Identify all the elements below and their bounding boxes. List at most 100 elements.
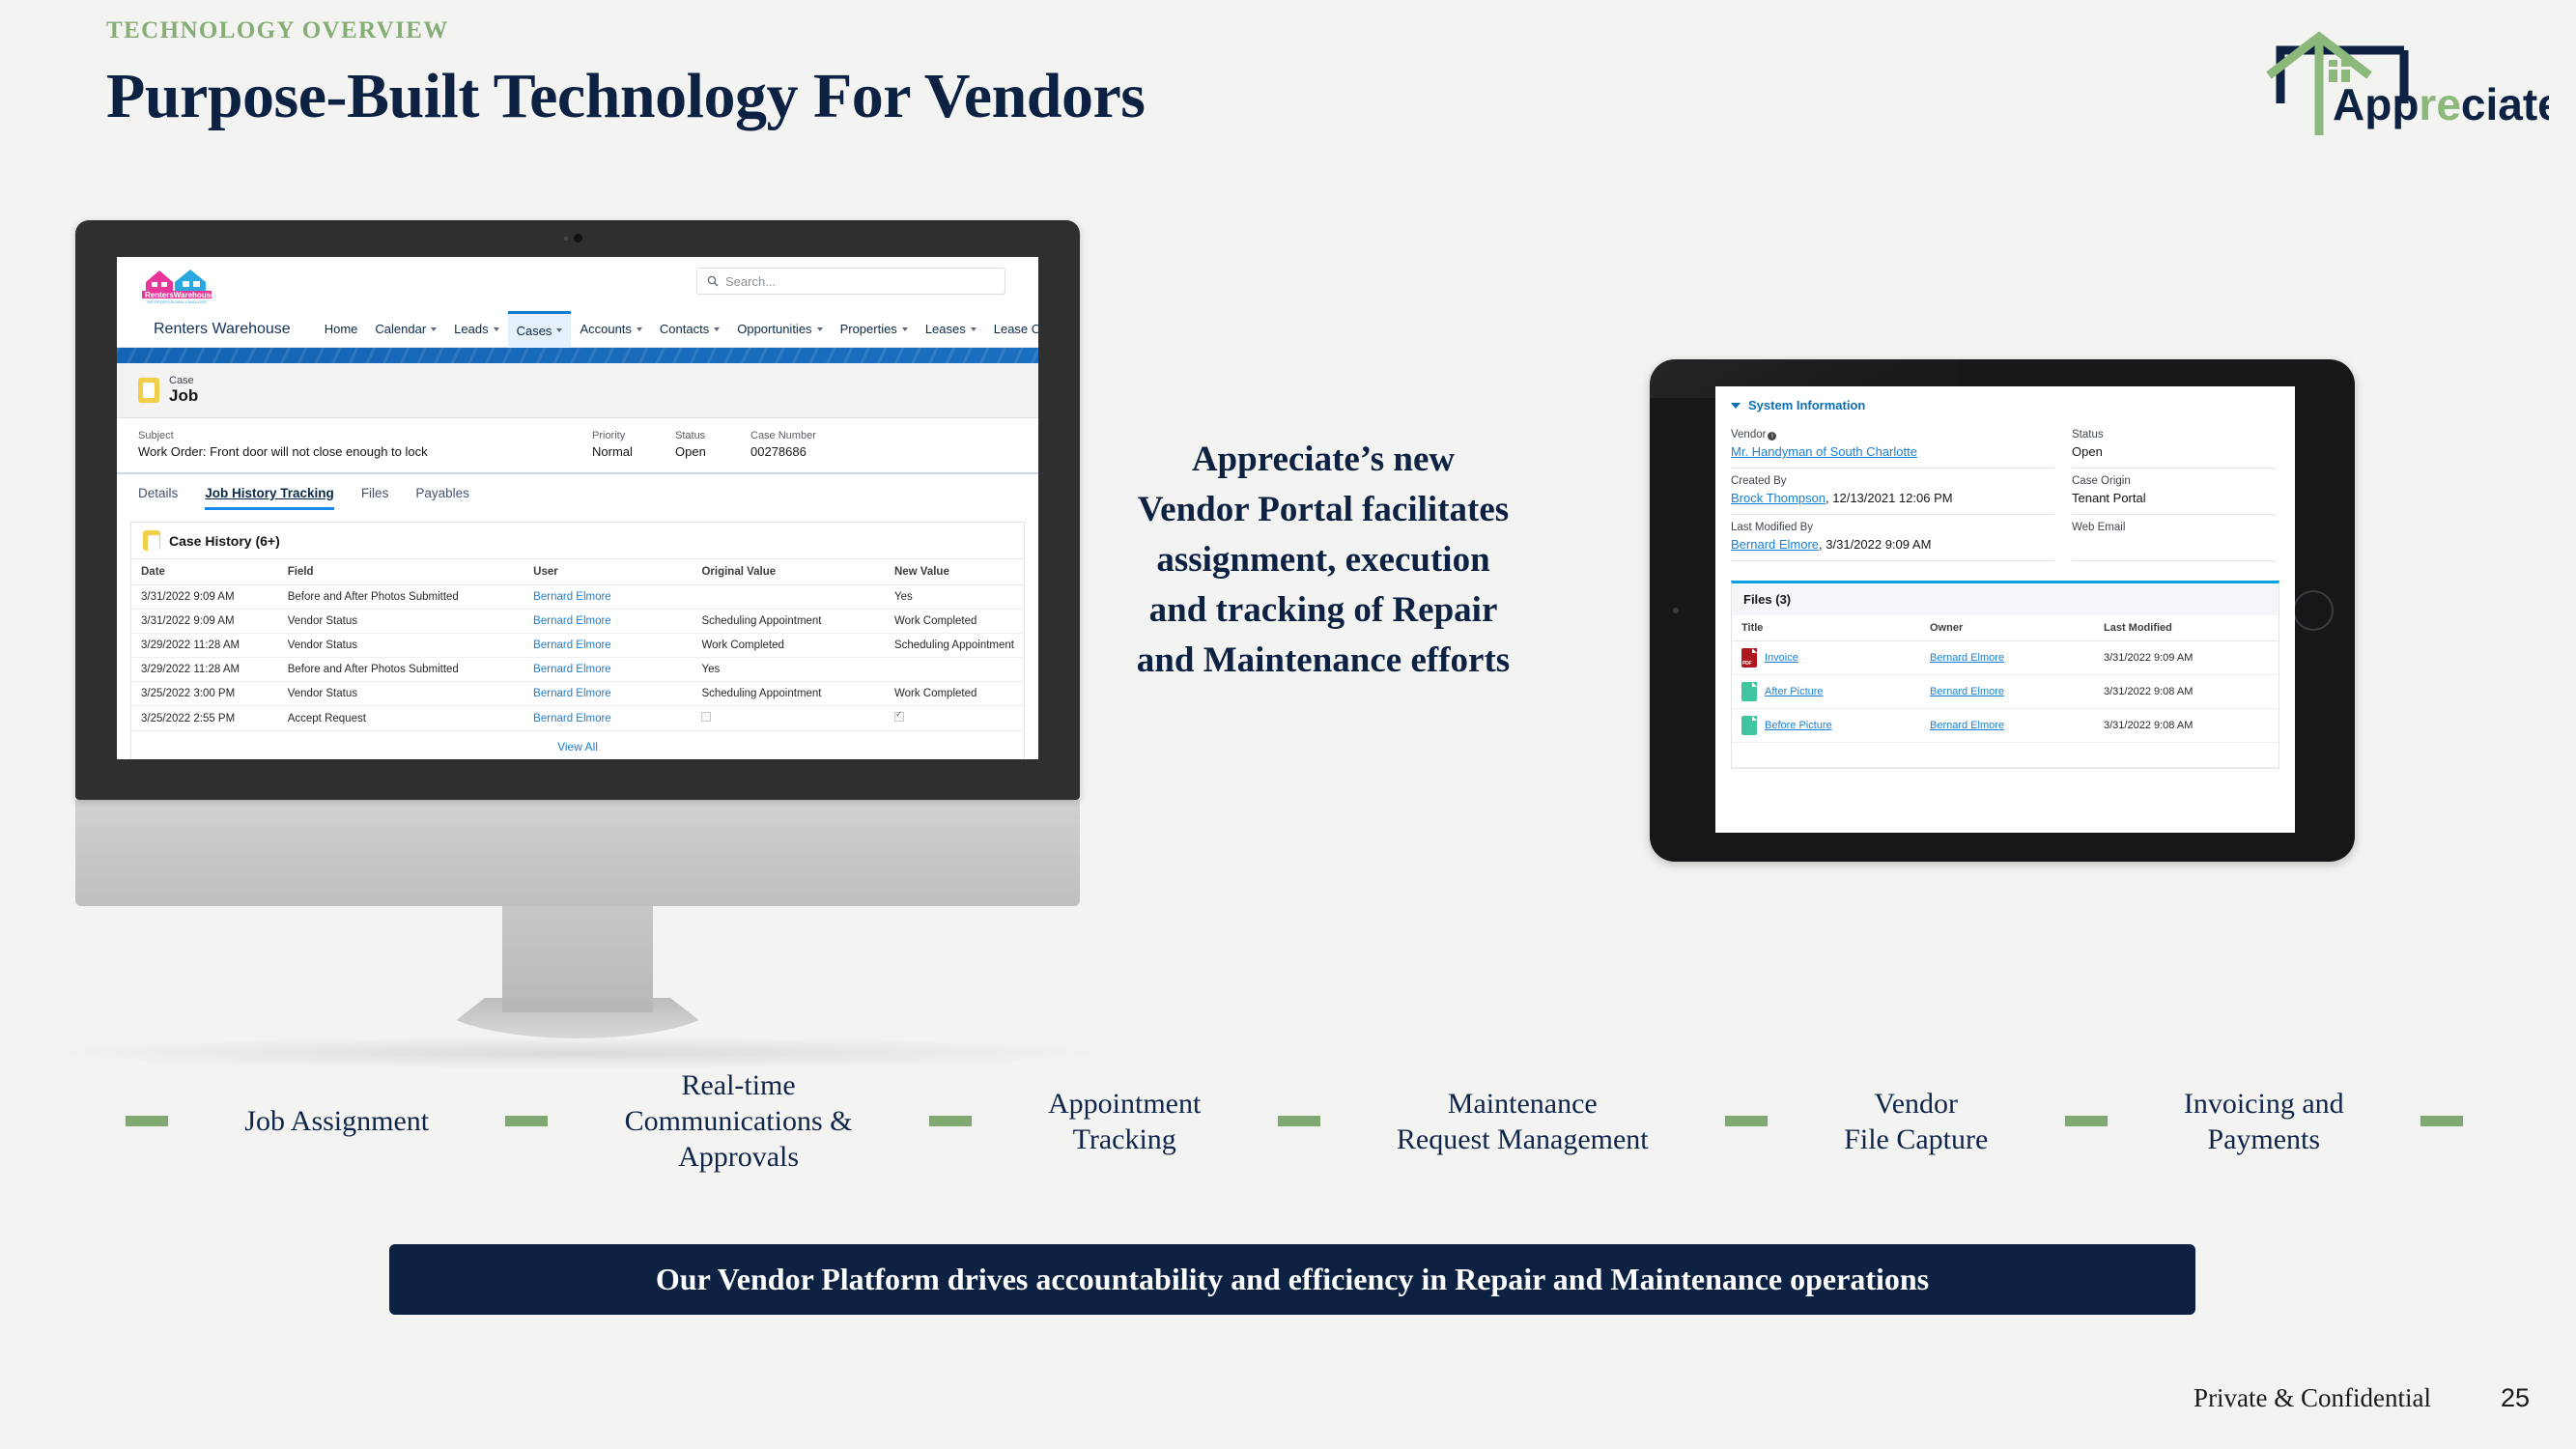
divider-dash — [2420, 1116, 2463, 1126]
field-label: Status — [2072, 429, 2104, 440]
checkbox-on-icon — [893, 709, 904, 722]
app-launcher-icon[interactable] — [134, 321, 138, 337]
nav-item-cases[interactable]: Cases — [507, 310, 572, 348]
owner-link[interactable]: Bernard Elmore — [1930, 652, 2004, 664]
nav-label: Accounts — [580, 322, 632, 336]
webcam-led-icon — [564, 237, 568, 241]
nav-item-calendar[interactable]: Calendar — [366, 311, 445, 348]
center-description: Appreciate’s new Vendor Portal facilitat… — [1136, 440, 1511, 680]
cell-date: 3/29/2022 11:28 AM — [131, 657, 278, 682]
nav-item-leads[interactable]: Leads — [445, 311, 507, 348]
system-information-section: System Information Vendor i Mr. Handyman … — [1715, 386, 2295, 567]
owner-link[interactable]: Bernard Elmore — [1930, 720, 2004, 731]
col-last-modified[interactable]: Last Modified — [2094, 615, 2279, 641]
nav-item-lease-contacts[interactable]: Lease Contacts — [985, 311, 1038, 348]
table-row: 3/25/2022 3:00 PM Vendor Status Bernard … — [131, 681, 1024, 706]
col-title[interactable]: Title — [1732, 615, 1920, 641]
monitor-bezel: RentersWarehouse THE PROFESSIONAL LANDLO… — [75, 220, 1080, 800]
cell-field: Vendor Status — [277, 633, 524, 658]
col-original-value[interactable]: Original Value — [692, 559, 885, 585]
col-date[interactable]: Date — [131, 559, 278, 585]
field-value: Open — [2072, 444, 2103, 459]
table-row: 3/25/2022 2:55 PM Accept Request Bernard… — [131, 705, 1024, 731]
created-by-link[interactable]: Brock Thompson — [1731, 491, 1826, 505]
cell-field: Vendor Status — [277, 609, 524, 634]
cell-new-value: Yes — [884, 584, 1024, 610]
last-modified-timestamp: , 3/31/2022 9:09 AM — [1819, 537, 1932, 552]
image-file-icon — [1741, 716, 1757, 735]
col-new-value[interactable]: New Value — [884, 559, 1024, 585]
cell-date: 3/31/2022 9:09 AM — [131, 609, 278, 634]
search-icon — [707, 275, 719, 287]
webcam-icon — [574, 234, 582, 242]
field-case-number: Case Number 00278686 — [750, 430, 816, 459]
cell-original-value: Scheduling Appointment — [692, 609, 885, 634]
owner-link[interactable]: Bernard Elmore — [1930, 686, 2004, 697]
system-information-header[interactable]: System Information — [1731, 398, 2279, 412]
feature-invoicing-and-payments: Invoicing and Payments — [2183, 1087, 2344, 1155]
cell-file-title: Before Picture — [1732, 708, 1920, 743]
feature-appointment-tracking: Appointment Tracking — [1048, 1087, 1202, 1155]
chevron-down-icon — [901, 327, 908, 331]
cell-user-link[interactable]: Bernard Elmore — [524, 584, 693, 610]
field-label: Subject — [138, 430, 174, 441]
field-label: Last Modified By — [1731, 522, 1814, 533]
tab-files[interactable]: Files — [361, 486, 389, 510]
vendor-link[interactable]: Mr. Handyman of South Charlotte — [1731, 444, 1917, 459]
field-status: Status Open — [2072, 422, 2276, 469]
monitor-stand — [502, 896, 653, 1012]
table-row: 3/31/2022 9:09 AM Vendor Status Bernard … — [131, 609, 1024, 634]
cell-owner: Bernard Elmore — [1920, 640, 2094, 675]
field-priority: Priority Normal — [592, 430, 675, 459]
appreciate-logo: Appreciate — [2259, 12, 2549, 137]
chevron-down-icon — [431, 327, 438, 331]
divider-dash — [505, 1116, 549, 1126]
pdf-file-icon: PDF — [1741, 648, 1757, 668]
nav-item-accounts[interactable]: Accounts — [571, 311, 650, 348]
nav-label: Calendar — [375, 322, 427, 336]
nav-item-opportunities[interactable]: Opportunities — [728, 311, 831, 348]
cell-user-link[interactable]: Bernard Elmore — [524, 681, 693, 706]
view-all-link[interactable]: View All — [131, 731, 1024, 759]
cell-user-link[interactable]: Bernard Elmore — [524, 609, 693, 634]
field-value: 00278686 — [750, 444, 807, 459]
tablet-mockup: System Information Vendor i Mr. Handyman … — [1650, 359, 2355, 862]
field-vendor: Vendor i Mr. Handyman of South Charlotte — [1731, 422, 2054, 469]
nav-item-leases[interactable]: Leases — [917, 311, 985, 348]
field-web-email: Web Email — [2072, 515, 2276, 561]
monitor-chin — [75, 800, 1080, 906]
search-input[interactable]: Search... — [696, 268, 1005, 295]
cell-user-link[interactable]: Bernard Elmore — [524, 705, 693, 731]
cell-user-link[interactable]: Bernard Elmore — [524, 657, 693, 682]
tab-job-history-tracking[interactable]: Job History Tracking — [205, 486, 334, 510]
table-header-row: Date Field User Original Value New Value — [131, 559, 1024, 585]
cell-date: 3/25/2022 2:55 PM — [131, 705, 278, 731]
tab-details[interactable]: Details — [138, 486, 178, 510]
svg-text:RentersWarehouse: RentersWarehouse — [145, 291, 215, 299]
field-value: Open — [675, 444, 706, 459]
cell-file-title: PDF Invoice — [1732, 640, 1920, 675]
nav-label: Properties — [839, 322, 897, 336]
checkbox-off-icon — [701, 712, 712, 722]
file-link[interactable]: After Picture — [1765, 686, 1824, 697]
file-link[interactable]: Invoice — [1765, 652, 1798, 664]
divider-dash — [928, 1116, 972, 1126]
tablet-home-button[interactable] — [2293, 590, 2334, 631]
feature-vendor-file-capture: Vendor File Capture — [1844, 1087, 1989, 1155]
tab-payables[interactable]: Payables — [415, 486, 469, 510]
file-link[interactable]: Before Picture — [1765, 720, 1832, 731]
info-icon[interactable]: i — [1768, 432, 1777, 440]
col-owner[interactable]: Owner — [1920, 615, 2094, 641]
col-user[interactable]: User — [524, 559, 693, 585]
divider-dash — [1724, 1116, 1768, 1126]
col-field[interactable]: Field — [277, 559, 524, 585]
nav-item-properties[interactable]: Properties — [832, 311, 917, 348]
tablet-screen: System Information Vendor i Mr. Handyman … — [1715, 386, 2295, 833]
chevron-down-icon — [556, 328, 563, 332]
nav-item-contacts[interactable]: Contacts — [651, 311, 728, 348]
last-modified-by-link[interactable]: Bernard Elmore — [1731, 537, 1819, 552]
nav-item-home[interactable]: Home — [316, 311, 367, 348]
tablet-camera-icon — [1673, 608, 1679, 613]
footer-confidential: Private & Confidential — [2194, 1383, 2431, 1412]
cell-user-link[interactable]: Bernard Elmore — [524, 633, 693, 658]
